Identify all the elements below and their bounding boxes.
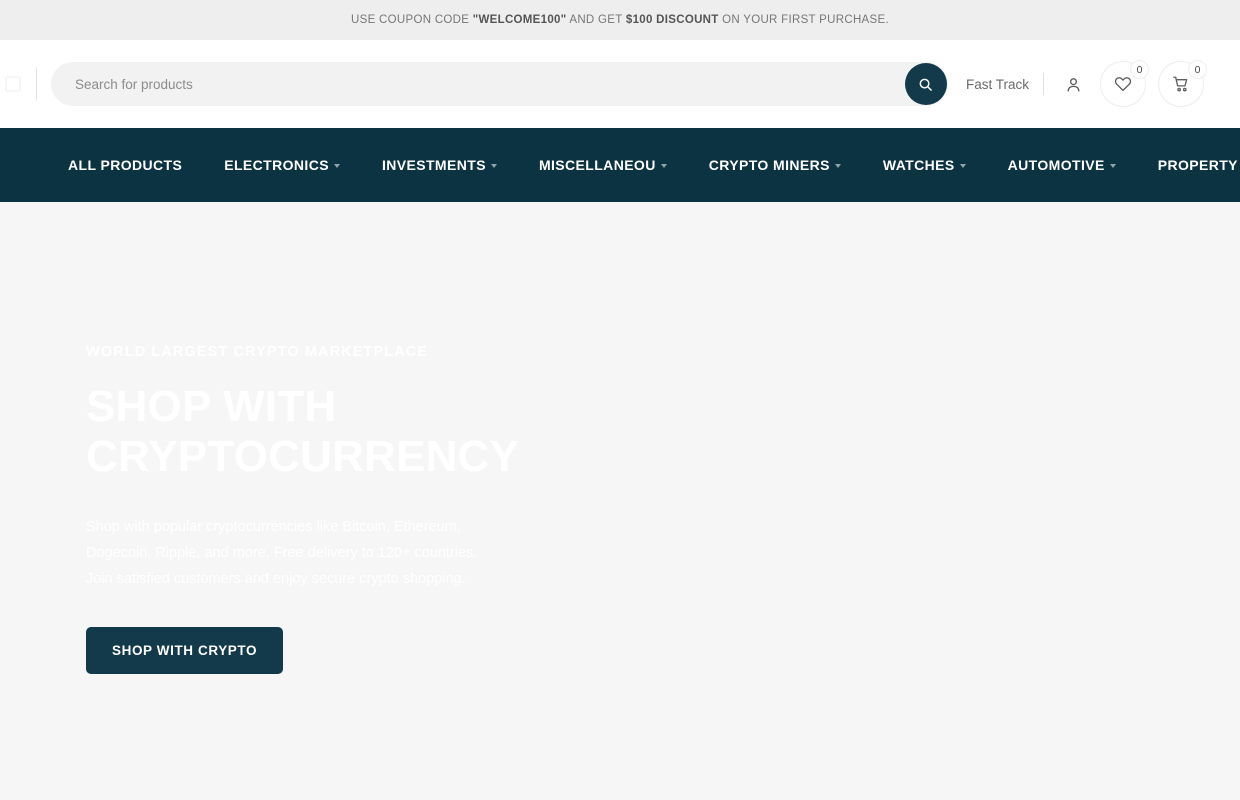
nav-item-property[interactable]: Property bbox=[1137, 157, 1240, 173]
nav-item-watches[interactable]: Watches bbox=[862, 157, 987, 173]
nav-item-investments[interactable]: Investments bbox=[361, 157, 518, 173]
main-navigation: All Products Electronics Investments Mis… bbox=[0, 128, 1240, 202]
search-bar bbox=[51, 62, 948, 106]
promo-coupon-code: "WELCOME100" bbox=[472, 14, 567, 26]
header-left-divider bbox=[36, 67, 37, 101]
chevron-down-icon bbox=[490, 164, 497, 168]
nav-item-label: Property bbox=[1157, 157, 1238, 173]
search-icon bbox=[920, 78, 933, 91]
hero-section: World Largest Crypto Marketplace Shop Wi… bbox=[0, 202, 1240, 800]
promo-banner: Use coupon code "WELCOME100" and get $10… bbox=[0, 0, 1240, 40]
chevron-down-icon bbox=[333, 164, 340, 168]
nav-item-label: Investments bbox=[381, 157, 486, 173]
search-submit-button[interactable] bbox=[904, 63, 947, 105]
hero-content: World Largest Crypto Marketplace Shop Wi… bbox=[0, 202, 640, 674]
cart-count-badge: 0 bbox=[1188, 60, 1207, 79]
nav-item-label: Watches bbox=[882, 157, 955, 173]
cart-button[interactable]: 0 bbox=[1158, 60, 1207, 107]
header-actions: Fast Track 0 0 bbox=[966, 60, 1207, 107]
chevron-down-icon bbox=[1109, 164, 1116, 168]
chevron-down-icon bbox=[959, 164, 966, 168]
nav-list: All Products Electronics Investments Mis… bbox=[36, 157, 1240, 173]
nav-item-label: Crypto Miners bbox=[708, 157, 830, 173]
nav-item-label: Automotive bbox=[1007, 157, 1105, 173]
wishlist-count-badge: 0 bbox=[1130, 60, 1149, 79]
nav-item-miscellaneous[interactable]: Miscellaneou bbox=[518, 157, 688, 173]
shopping-cart-icon bbox=[1173, 76, 1188, 92]
promo-suffix: on your first purchase. bbox=[718, 14, 889, 26]
nav-item-electronics[interactable]: Electronics bbox=[203, 157, 361, 173]
chevron-down-icon bbox=[834, 164, 841, 168]
user-account-icon bbox=[1067, 77, 1079, 92]
hero-eyebrow: World Largest Crypto Marketplace bbox=[86, 344, 429, 360]
shop-with-crypto-button[interactable]: Shop With Crypto bbox=[86, 626, 284, 674]
promo-discount-amount: $100 DISCOUNT bbox=[625, 14, 719, 26]
promo-prefix: Use coupon code bbox=[351, 14, 473, 26]
nav-item-automotive[interactable]: Automotive bbox=[987, 157, 1137, 173]
search-input[interactable] bbox=[51, 62, 948, 106]
chevron-down-icon bbox=[660, 164, 667, 168]
fast-track-label[interactable]: Fast Track bbox=[966, 77, 1029, 92]
heart-icon bbox=[1114, 77, 1132, 92]
site-header: Fast Track 0 0 bbox=[0, 40, 1240, 128]
hero-title: Shop With Cryptocurrency bbox=[86, 382, 520, 481]
account-button[interactable] bbox=[1058, 69, 1088, 99]
hero-description: Shop with popular cryptocurrencies like … bbox=[86, 519, 478, 588]
nav-item-label: Electronics bbox=[224, 157, 329, 173]
wishlist-button[interactable]: 0 bbox=[1100, 60, 1149, 107]
nav-item-crypto-miners[interactable]: Crypto Miners bbox=[688, 157, 862, 173]
promo-banner-text: Use coupon code "WELCOME100" and get $10… bbox=[351, 14, 889, 26]
header-actions-divider bbox=[1043, 73, 1044, 95]
nav-item-all-products[interactable]: All Products bbox=[36, 157, 203, 173]
nav-item-label: Miscellaneou bbox=[538, 157, 656, 173]
brand-logo-mark bbox=[5, 76, 21, 92]
nav-item-label: All Products bbox=[68, 157, 183, 173]
brand-logo-icon[interactable] bbox=[0, 69, 26, 99]
promo-middle: and get bbox=[566, 14, 626, 26]
